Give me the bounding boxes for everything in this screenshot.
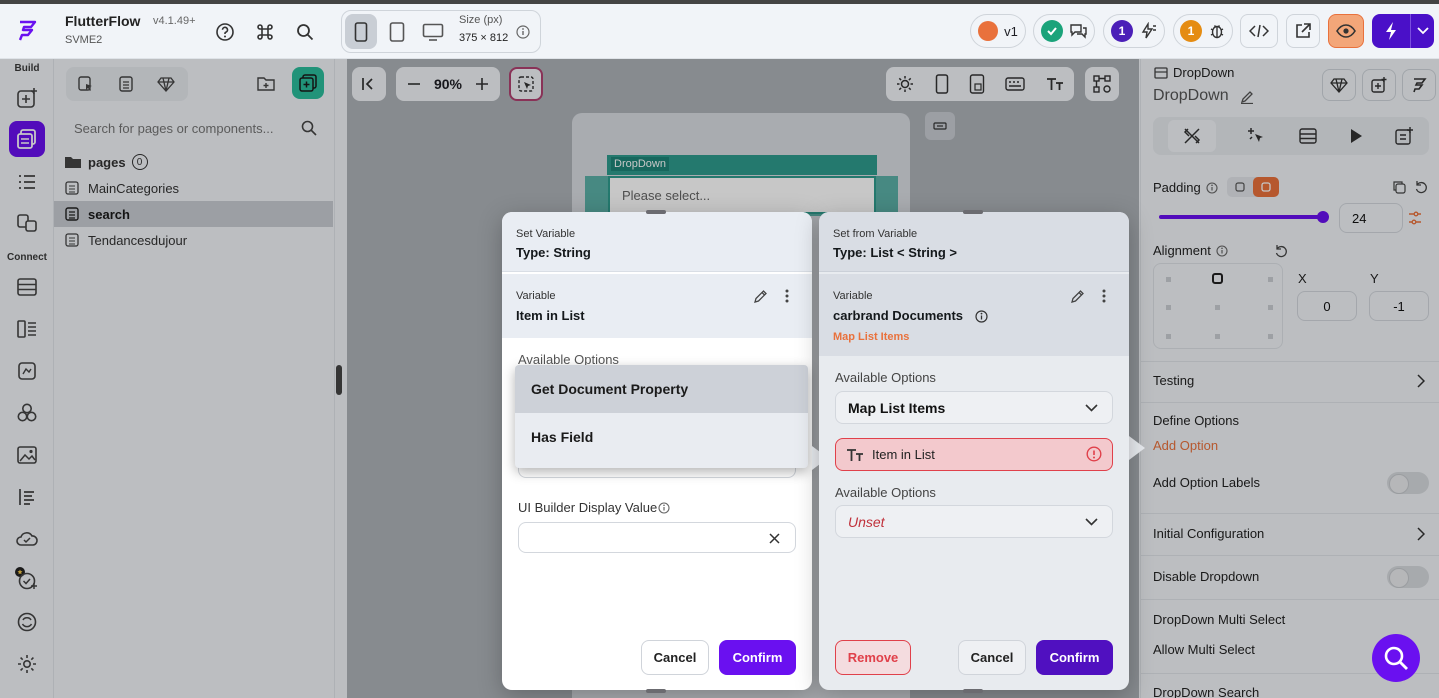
- display-value-label: UI Builder Display Value: [518, 500, 658, 515]
- dialog-drag-handle[interactable]: [963, 689, 983, 693]
- tablet-device-button[interactable]: [383, 14, 411, 49]
- app-version: v4.1.49+: [153, 15, 196, 27]
- search-icon: [1384, 646, 1408, 670]
- issues-button[interactable]: 1: [1103, 14, 1165, 48]
- dialog-header-type: Type: List < String >: [833, 245, 958, 260]
- external-link-icon: [1296, 23, 1311, 38]
- chat-icon: [1070, 24, 1087, 39]
- confirm-button[interactable]: Confirm: [719, 640, 796, 675]
- warnings-button[interactable]: 1: [1173, 14, 1233, 48]
- set-from-variable-dialog: Set from Variable Type: List < String > …: [819, 212, 1129, 690]
- dialog-drag-handle[interactable]: [646, 689, 666, 693]
- open-external-button[interactable]: [1286, 14, 1320, 48]
- version-button[interactable]: v1: [970, 14, 1026, 48]
- size-label: Size (px): [459, 14, 503, 26]
- app-window: FlutterFlow v4.1.49+ SVME2 Size (px) 375…: [0, 0, 1439, 698]
- error-icon: [1085, 445, 1103, 463]
- variable-row: Variable Item in List: [502, 274, 812, 338]
- edit-pencil-icon[interactable]: [1069, 288, 1085, 304]
- display-value-input[interactable]: [518, 522, 796, 553]
- cancel-button[interactable]: Cancel: [641, 640, 709, 675]
- available-options-label-2: Available Options: [835, 485, 936, 500]
- dialog-drag-handle[interactable]: [963, 210, 983, 214]
- available-options-dropdown-2[interactable]: Unset: [835, 505, 1113, 538]
- dialog-header-small: Set Variable: [516, 228, 576, 240]
- dialog-header: Set Variable Type: String: [502, 212, 812, 272]
- dialog-header: Set from Variable Type: List < String >: [819, 212, 1129, 272]
- help-search-fab[interactable]: [1372, 634, 1420, 682]
- top-header: FlutterFlow v4.1.49+ SVME2 Size (px) 375…: [0, 4, 1439, 59]
- menu-item-get-document-property[interactable]: Get Document Property: [515, 365, 808, 413]
- code-view-button[interactable]: [1240, 14, 1278, 48]
- dialog-drag-handle[interactable]: [646, 210, 666, 214]
- variable-sub-label: Map List Items: [833, 331, 910, 343]
- chevron-down-icon[interactable]: [1410, 14, 1434, 48]
- flutterflow-logo-icon[interactable]: [12, 16, 42, 46]
- desktop-device-button[interactable]: [419, 14, 447, 49]
- variable-value: carbrand Documents: [833, 308, 964, 323]
- chevron-down-icon[interactable]: [1083, 400, 1099, 416]
- issues-count: 1: [1111, 20, 1133, 42]
- item-in-list-label: Item in List: [872, 447, 935, 462]
- variable-label: Variable: [516, 290, 556, 302]
- clear-icon[interactable]: [766, 530, 782, 546]
- code-icon: [1249, 24, 1269, 38]
- project-name: SVME2: [65, 34, 103, 46]
- warnings-count: 1: [1180, 20, 1202, 42]
- help-icon[interactable]: [213, 20, 237, 44]
- confirm-button[interactable]: Confirm: [1036, 640, 1113, 675]
- cancel-button[interactable]: Cancel: [958, 640, 1026, 675]
- dialog-header-small: Set from Variable: [833, 228, 918, 240]
- remove-button[interactable]: Remove: [835, 640, 911, 675]
- variable-value: Item in List: [516, 308, 585, 323]
- available-options-value: Map List Items: [848, 399, 946, 416]
- dialog-header-type: Type: String: [516, 245, 591, 260]
- available-options-value-2: Unset: [848, 513, 885, 530]
- bolt-list-icon: [1141, 22, 1156, 39]
- phone-device-button[interactable]: [345, 14, 377, 49]
- size-value: 375 × 812: [459, 32, 509, 44]
- check-icon: [1041, 20, 1063, 42]
- bug-icon: [1210, 25, 1224, 39]
- variable-label: Variable: [833, 290, 873, 302]
- info-icon[interactable]: [974, 309, 988, 323]
- eye-icon: [1336, 24, 1356, 38]
- info-icon[interactable]: [515, 24, 531, 40]
- menu-item-has-field[interactable]: Has Field: [515, 413, 808, 461]
- command-icon[interactable]: [253, 20, 277, 44]
- history-icon: [978, 21, 999, 41]
- run-button[interactable]: [1372, 14, 1434, 48]
- preview-button[interactable]: [1328, 14, 1364, 48]
- options-menu: Get Document Property Has Field: [515, 365, 808, 468]
- variable-row: Variable carbrand Documents Map List Ite…: [819, 274, 1129, 356]
- app-name: FlutterFlow: [65, 13, 141, 29]
- search-icon[interactable]: [293, 20, 317, 44]
- more-options-icon[interactable]: [780, 288, 794, 304]
- chevron-down-icon[interactable]: [1083, 514, 1099, 530]
- version-badge: v1: [1004, 23, 1018, 39]
- text-type-icon: [847, 448, 863, 461]
- available-options-label: Available Options: [835, 370, 936, 385]
- more-options-icon[interactable]: [1097, 288, 1111, 304]
- info-icon[interactable]: [657, 501, 671, 515]
- status-chat-button[interactable]: [1033, 14, 1095, 48]
- item-in-list-chip[interactable]: Item in List: [835, 438, 1113, 471]
- available-options-dropdown[interactable]: Map List Items: [835, 391, 1113, 424]
- connector-arrow: [1129, 436, 1145, 460]
- edit-pencil-icon[interactable]: [752, 288, 768, 304]
- lightning-icon: [1372, 14, 1410, 48]
